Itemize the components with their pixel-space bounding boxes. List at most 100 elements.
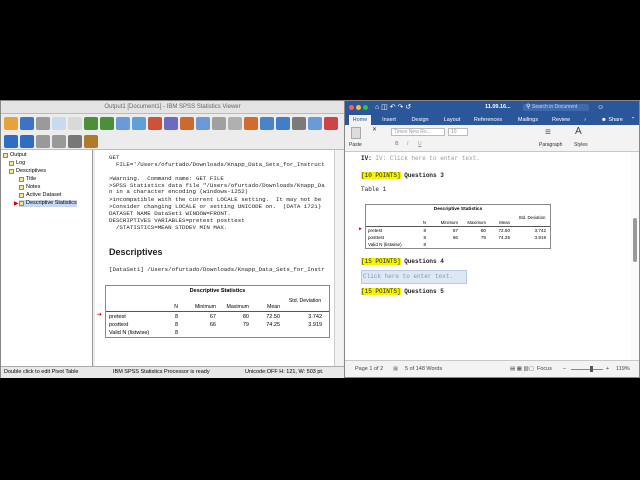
variables-icon[interactable] — [164, 117, 178, 130]
select-cases-icon[interactable] — [244, 117, 258, 130]
table-icon — [19, 201, 24, 206]
chart-icon[interactable] — [196, 117, 210, 130]
zoom-in-icon[interactable]: + — [606, 361, 609, 377]
tab-insert[interactable]: Insert — [377, 115, 401, 125]
use-sets-icon[interactable] — [308, 117, 322, 130]
value-labels-icon[interactable] — [292, 117, 306, 130]
ribbon-home: Paste ✕ Times New Ro... 10 B I U ≡ Parag… — [345, 125, 639, 152]
scroll-thumb[interactable] — [633, 218, 637, 262]
print-preview-icon[interactable] — [52, 117, 66, 130]
word-title-bar: ⌂ ◫ ↶ ↷ ↺ 11.09.16... Search in Document… — [345, 101, 639, 114]
export-icon[interactable] — [68, 117, 82, 130]
tab-review[interactable]: Review — [547, 115, 575, 125]
output-pane[interactable]: GET FILE='/Users/ofurtado/Downloads/Knap… — [95, 150, 343, 366]
styles-icon[interactable]: A — [575, 126, 582, 137]
paste-icon[interactable] — [351, 127, 361, 139]
tree-item-title[interactable]: Title — [19, 176, 36, 183]
run-icon[interactable] — [180, 117, 194, 130]
focus-button[interactable]: Focus — [537, 361, 552, 377]
bold-button[interactable]: B — [395, 141, 399, 147]
word-count[interactable]: 5 of 148 Words — [405, 361, 442, 377]
goto-variable-icon[interactable] — [148, 117, 162, 130]
paragraph-icon[interactable]: ≡ — [545, 127, 551, 138]
arrow-right-icon[interactable] — [20, 134, 34, 148]
minimize-window-button[interactable] — [356, 105, 361, 110]
zoom-slider-thumb[interactable] — [590, 366, 593, 372]
page-count[interactable]: Page 1 of 2 — [355, 361, 383, 377]
spss-status-bar: Double click to edit Pivot Table IBM SPS… — [1, 366, 344, 378]
user-icon[interactable]: ☺ — [597, 101, 604, 114]
show-icon[interactable] — [68, 134, 82, 148]
table-row: Valid N (listwise) 8 — [368, 242, 426, 247]
tree-item-descriptive-statistics[interactable]: Descriptive Statistics — [19, 200, 77, 207]
pivot-table-descriptive-statistics[interactable]: Descriptive Statistics N Minimum Maximum… — [105, 285, 330, 338]
goto-data-icon[interactable] — [116, 117, 130, 130]
answer-content-control[interactable]: Click here to enter text. — [361, 270, 467, 284]
print-icon[interactable] — [36, 117, 50, 130]
zoom-slider[interactable] — [571, 369, 603, 370]
folder-icon — [9, 169, 14, 174]
circles-icon[interactable] — [212, 117, 226, 130]
proofing-icon[interactable]: ▦ — [393, 361, 398, 377]
designate-window-icon[interactable] — [324, 117, 338, 130]
arrow-left-icon[interactable] — [4, 134, 18, 148]
share-button[interactable]: ☻ Share — [597, 115, 627, 125]
question-5-heading: [15 POINTS] Questions 5 — [361, 288, 444, 295]
syntax-line: n in a character encoding (windows-1252) — [109, 188, 249, 195]
tree-item-notes[interactable]: Notes — [19, 184, 40, 191]
tree-item-output[interactable]: Output — [3, 152, 27, 159]
spss-toolbar-outline — [1, 133, 344, 150]
font-size-field[interactable]: 10 — [448, 128, 468, 136]
font-name-field[interactable]: Times New Ro... — [391, 128, 445, 136]
save-icon[interactable] — [20, 117, 34, 130]
pasted-descriptive-statistics-table[interactable]: Descriptive Statistics N Minimum Maximum… — [365, 204, 551, 249]
open-folder-icon[interactable] — [4, 117, 18, 130]
chevron-right-icon[interactable]: › — [581, 115, 589, 125]
paste-label: Paste — [349, 142, 362, 148]
pivot-header-row: N Minimum Maximum Mean Std. Deviation — [106, 298, 329, 312]
table-label: Table 1 — [361, 186, 387, 193]
tree-item-log[interactable]: Log — [9, 160, 25, 167]
document-page[interactable]: IV: IV: Click here to enter text. [10 PO… — [345, 152, 639, 360]
document-title: 11.09.16... — [485, 104, 511, 110]
document-scrollbar[interactable] — [631, 152, 639, 360]
zoom-out-icon[interactable]: – — [563, 361, 566, 377]
zoom-window-button[interactable] — [363, 105, 368, 110]
pivot-header-row: N Minimum Maximum Mean Std. Deviation — [366, 215, 550, 227]
italic-button[interactable]: I — [407, 141, 408, 147]
syntax-line: /STATISTICS=MEAN STDDEV MIN MAX. — [109, 224, 228, 231]
word-status-bar: Page 1 of 2 ▦ 5 of 148 Words ▤ ▦ ▧ ▢ Foc… — [345, 360, 639, 377]
dataset-line: [DataSet1] /Users/ofurtado/Downloads/Kna… — [109, 266, 325, 273]
underline-button[interactable]: U — [418, 141, 422, 147]
minus-icon[interactable] — [52, 134, 66, 148]
output-scrollbar[interactable] — [334, 150, 343, 366]
log-icon — [9, 161, 14, 166]
cut-icon[interactable]: ✕ — [372, 126, 377, 133]
view-mode-icons[interactable]: ▤ ▦ ▧ — [510, 361, 529, 377]
close-window-button[interactable] — [349, 105, 354, 110]
hide-icon[interactable] — [84, 134, 98, 148]
undo-icon[interactable] — [84, 117, 98, 130]
zoom-level[interactable]: 119% — [616, 361, 630, 377]
syntax-line: FILE='/Users/ofurtado/Downloads/Knapp_Da… — [109, 160, 325, 168]
circles-icon-2[interactable] — [228, 117, 242, 130]
goto-case-icon[interactable] — [132, 117, 146, 130]
tab-references[interactable]: References — [469, 115, 507, 125]
tree-item-active-dataset[interactable]: Active Dataset — [19, 192, 61, 199]
weight-icon[interactable] — [260, 117, 274, 130]
redo-icon[interactable] — [100, 117, 114, 130]
search-input[interactable]: Search in Document — [523, 104, 589, 111]
tab-design[interactable]: Design — [407, 115, 433, 125]
tree-item-descriptives[interactable]: Descriptives — [9, 168, 46, 175]
plus-icon[interactable] — [36, 134, 50, 148]
tab-home[interactable]: Home — [349, 115, 371, 125]
focus-icon[interactable]: ▢ — [529, 361, 534, 377]
chevron-up-icon[interactable]: ⌃ — [629, 115, 637, 125]
tab-layout[interactable]: Layout — [439, 115, 465, 125]
question-4-heading: [15 POINTS] Questions 4 — [361, 258, 444, 265]
tab-mailings[interactable]: Mailings — [513, 115, 543, 125]
split-file-icon[interactable] — [276, 117, 290, 130]
quick-access-icons[interactable]: ⌂ ◫ ↶ ↷ ↺ — [375, 101, 411, 114]
ribbon-tabs: Home Insert Design Layout References Mai… — [345, 114, 639, 125]
iv-line[interactable]: IV: IV: Click here to enter text. — [361, 155, 480, 162]
